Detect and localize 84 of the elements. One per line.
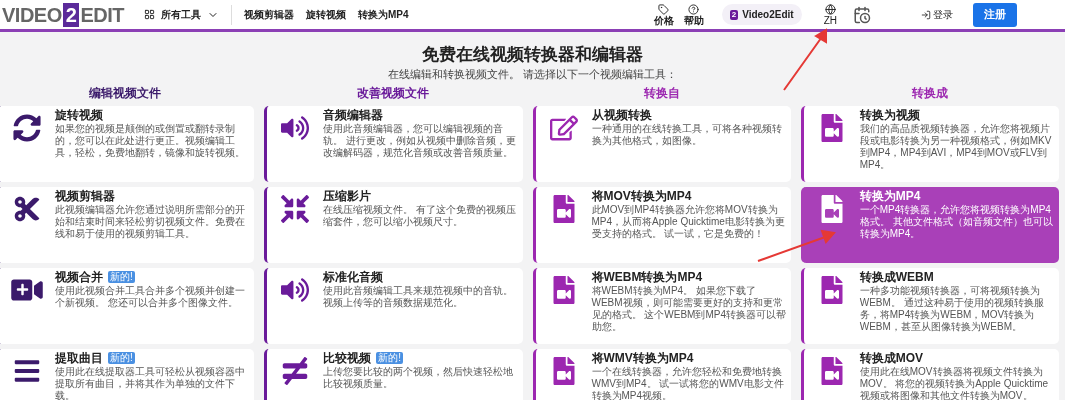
column-heading: 转换自 [643,85,680,101]
card-title: 音频编辑器 [323,107,384,123]
card-description: 将WEBM转换为MP4。 如果您下载了WEBM视频，则可能需要更好的支持和更常见的格式。 这个WEBM到MP4转换器可以帮助您。 [591,285,787,333]
speaker-icon [281,276,310,304]
tool-card[interactable]: 标准化音频 使用此音频编辑工具来规范视频中的音轨。视频上传等的音频数据规范化。 [264,268,523,344]
login-button[interactable]: 登录 [921,7,953,22]
brand-badge[interactable]: 2 Video2Edit [721,4,802,25]
rotate-icon [13,114,41,142]
card-title: 转换成MOV [859,350,924,366]
help-icon [688,3,700,15]
language-button[interactable]: ZH [823,3,837,26]
card-title: 视频剪辑器 [55,188,115,204]
tools-menu[interactable]: 所有工具 [160,7,201,22]
card-title: 转换为MP4 [859,188,921,204]
not-equal-icon [281,357,310,385]
register-button[interactable]: 注册 [973,2,1017,27]
tool-card[interactable]: 视频剪辑器 此视频编辑器允许您通过说明所需部分的开始和结束时间来轻松剪切视频文件。免费在线和易于使用的视频剪辑工具。 [0,187,255,263]
card-description: 使用此音频编辑器，您可以编辑视频的音轨。 进行更改，例如从视频中删除音频，更改编解码器，规范化音频或改善音频质量。 [323,123,518,159]
tool-card[interactable]: 压缩影片 在线压缩视频文件。 有了这个免费的视频压缩套件，您可以缩小视频尺寸。 [264,187,523,263]
card-title: 压缩影片 [323,188,372,204]
card-description: 此MOV到MP4转换器允许您将MOV转换为MP4，从而将Apple Quicktime电影转换为更受支持的格式。 试一试，它是免费的！ [591,204,786,240]
tool-card[interactable]: 音频编辑器 使用此音频编辑器，您可以编辑视频的音轨。 进行更改，例如从视频中删除音频，更改编解码器，规范化音频或改善音频质量。 [264,106,523,182]
card-description: 一个在线转换器，允许您轻松和免费地转换WMV到MP4。 试一试将您的WMV电影文件转换为MP4视频。 [591,366,785,400]
nav-link[interactable]: 转换为MP4 [357,7,409,22]
tool-card[interactable]: 将WMV转换为MP4 一个在线转换器，允许您轻松和免费地转换WMV到MP4。 试一试将您的WMV电影文件转换为MP4视频。 [532,349,791,400]
lines-icon [13,357,41,385]
tool-card[interactable]: 将MOV转换为MP4 此MOV到MP4转换器允许您将MOV转换为MP4，从而将Apple Quicktime电影转换为更受支持的格式。 试一试，它是免费的！ [532,187,791,263]
card-description: 使用此在线提取器工具可轻松从视频容器中提取所有曲目，并将其作为单独的文件下载。 [55,366,246,400]
tool-card[interactable]: 将WEBM转换为MP4 将WEBM转换为MP4。 如果您下载了WEBM视频，则可能需要更好的支持和更常见的格式。 这个WEBM到MP4转换器可以帮助您。 [532,268,791,344]
column-heading: 转换成 [911,85,948,101]
speaker-icon [281,114,310,142]
column-heading: 编辑视频文件 [89,85,162,101]
new-badge: 新的! [108,352,135,364]
tool-card[interactable]: 转换成WEBM 一种多功能视频转换器，可将视频转换为WEBM。 通过这种易于使用的视频转换服务，将MP4转换为WEBM，MOV转换为WEBM，甚至从图像转换为WEBM。 [800,268,1059,344]
card-title: 转换为视频 [859,107,920,123]
card-description: 使用此音频编辑工具来规范视频中的音轨。视频上传等的音频数据规范化。 [323,285,515,309]
card-description: 在线压缩视频文件。 有了这个免费的视频压缩套件，您可以缩小视频尺寸。 [323,204,518,228]
grid-icon [143,9,155,20]
nav-link[interactable]: 旋转视频 [305,7,346,22]
compress-icon [281,195,310,223]
card-title: 提取曲目 [55,350,103,366]
tool-card[interactable]: 提取曲目 新的! 使用此在线提取器工具可轻松从视频容器中提取所有曲目，并将其作为单独的文件下载。 [0,349,255,400]
page-title: 免费在线视频转换器和编辑器 [422,44,643,66]
brand-name: Video2Edit [742,8,794,22]
card-description: 此视频编辑器允许您通过说明所需部分的开始和结束时间来轻松剪切视频文件。免费在线和易于使用的视频剪辑工具。 [55,204,246,240]
tool-card[interactable]: 转换为视频 我们的高品质视频转换器，允许您将视频片段或电影转换为另一种视频格式，例如MKV到MP4，MP4到AVI，MP4到MOV或FLV到MP4。 [800,106,1059,182]
brand-mark: 2 [729,9,739,20]
tool-card[interactable]: 转换成MOV 使用此在线MOV转换器将视频文件转换为MOV。 将您的视频转换为Apple Quicktime视频或将图像和其他文件转换为MOV。 [800,349,1059,400]
tool-card[interactable]: 视频合并 新的! 使用此视频合并工具合并多个视频并创建一个新视频。 您还可以合并多个图像文件。 [0,268,255,344]
card-title: 将WMV转换为MP4 [591,350,694,366]
card-description: 如果您的视频是颠倒的或倒置或翻转录制的，您可以在此处进行更正。视频编辑工具，轻松，免费地翻转，镜像和旋转视频。 [55,123,246,159]
card-title: 从视频转换 [591,107,652,123]
card-title: 将MOV转换为MP4 [591,188,692,204]
card-description: 一个MP4转换器，允许您将视频转换为MP4格式。 其他文件格式（如音频文件）也可以转换为MP4。 [859,204,1054,240]
tag-icon [658,3,670,15]
price-button[interactable]: 价格 [653,3,674,26]
card-description: 使用此视频合并工具合并多个视频并创建一个新视频。 您还可以合并多个图像文件。 [55,285,246,309]
scissors-icon [13,195,41,223]
nav-link[interactable]: 视频剪辑器 [243,7,294,22]
card-title: 旋转视频 [55,107,103,123]
card-description: 使用此在线MOV转换器将视频文件转换为MOV。 将您的视频转换为Apple Quicktime视频或将图像和其他文件转换为MOV。 [859,366,1050,400]
card-title: 比较视频 [323,350,372,366]
card-description: 一种通用的在线转换工具，可将各种视频转换为其他格式，如图像。 [591,123,783,147]
edit-icon [549,114,578,142]
column-heading: 改善视频文件 [357,85,430,101]
new-badge: 新的! [376,352,404,364]
card-title: 转换成WEBM [859,269,934,285]
tool-card[interactable]: 旋转视频 如果您的视频是颠倒的或倒置或翻转录制的，您可以在此处进行更正。视频编辑工具，轻松，免费地翻转，镜像和旋转视频。 [0,106,255,182]
help-button[interactable]: 帮助 [683,3,704,26]
page-subtitle: 在线编辑和转换视频文件。 请选择以下一个视频编辑工具： [387,67,678,82]
card-description: 我们的高品质视频转换器，允许您将视频片段或电影转换为另一种视频格式，例如MKV到MP4，MP4到AVI，MP4到MOV或FLV到MP4。 [859,123,1053,171]
tool-card[interactable]: 比较视频 新的! 上传您要比较的两个视频，然后快速轻松地比较视频质量。 [264,349,523,400]
card-title: 将WEBM转换为MP4 [591,269,703,285]
login-icon [921,9,931,20]
tool-card[interactable]: 转换为MP4 一个MP4转换器，允许您将视频转换为MP4格式。 其他文件格式（如音频文件）也可以转换为MP4。 [800,187,1059,263]
tool-card[interactable]: 从视频转换 一种通用的在线转换工具，可将各种视频转换为其他格式，如图像。 [532,106,791,182]
card-title: 视频合并 [55,269,103,285]
calendar-clock-icon[interactable] [853,5,871,24]
globe-icon [824,3,836,15]
new-badge: 新的! [108,271,135,283]
logo[interactable]: VIDEO 2 EDIT [2,0,124,30]
card-description: 一种多功能视频转换器，可将视频转换为WEBM。 通过这种易于使用的视频转换服务，将MP4转换为WEBM，MOV转换为WEBM，甚至从图像转换为WEBM。 [859,285,1045,333]
card-title: 标准化音频 [323,269,384,285]
card-description: 上传您要比较的两个视频，然后快速轻松地比较视频质量。 [323,366,515,390]
